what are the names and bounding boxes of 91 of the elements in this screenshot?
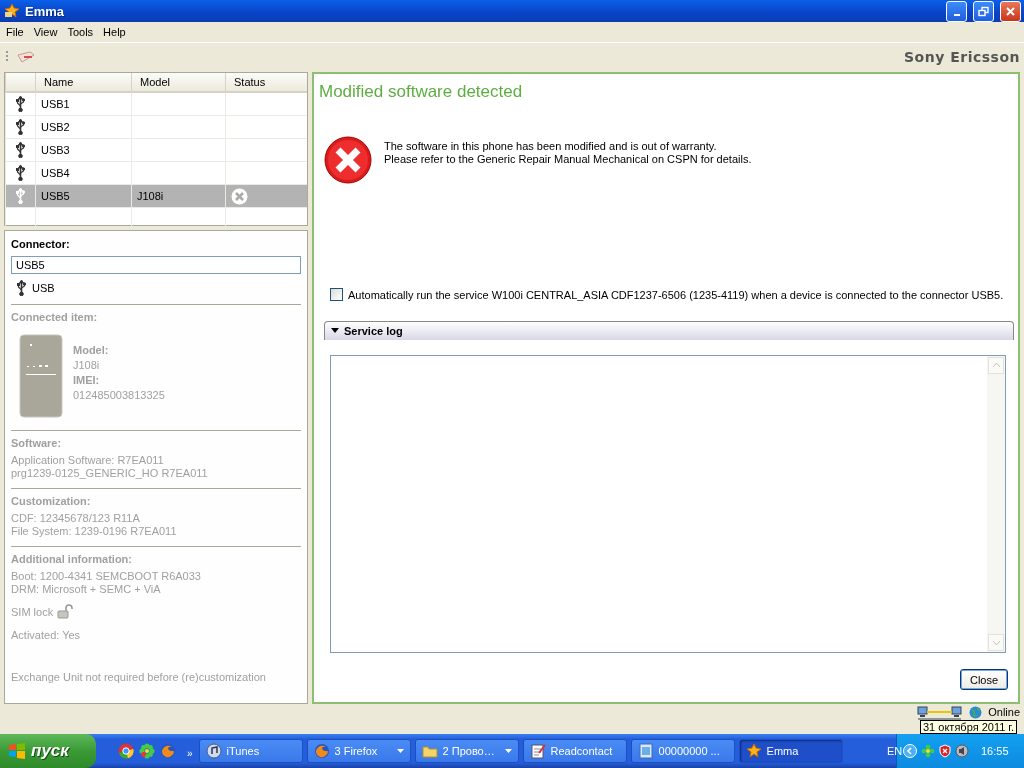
connector-row[interactable]: USB3 [5, 139, 307, 162]
message-title: Modified software detected [319, 82, 524, 102]
restore-button[interactable] [973, 0, 994, 22]
column-header[interactable]: Status [225, 73, 305, 91]
music-icon [205, 743, 222, 759]
message-text: Please refer to the Generic Repair Manual Mechanical on CSPN for details. [384, 153, 752, 166]
taskbar-button[interactable]: 2 Прово… [414, 739, 519, 763]
app-icon [4, 3, 20, 19]
connector-row[interactable]: USB5 J108i [5, 185, 307, 208]
checkbox-label: Automatically run the service W100i CENTRAL_ASIA CDF1237-6506 (1235-4119) when a device is connected to the connector USB5. [348, 288, 1004, 301]
usb-icon [16, 165, 25, 181]
model-value: J108i [73, 359, 101, 371]
close-button[interactable] [1000, 0, 1021, 22]
menu-item[interactable]: View [28, 24, 63, 40]
field-label: IMEI: [73, 374, 101, 386]
browser-icon[interactable] [160, 743, 176, 759]
toolbar-grip-icon [6, 49, 9, 64]
section-heading: Customization: [11, 495, 92, 507]
taskbar-button[interactable]: 00000000 ... [630, 739, 735, 763]
document-icon [637, 743, 654, 759]
brand-logo: Sony Ericsson [904, 48, 1020, 65]
section-heading: Software: [11, 437, 63, 449]
connector-field[interactable]: USB5 [11, 256, 301, 274]
imei-value: 012485003813325 [73, 389, 165, 401]
taskbar-button[interactable]: iTunes [198, 739, 303, 763]
info-text: prg1239-0125_GENERIC_HO R7EA011 [11, 467, 209, 480]
flower-icon[interactable] [139, 743, 155, 759]
service-log-header[interactable]: Service log [324, 321, 1014, 340]
network-icon [917, 706, 964, 720]
checkbox[interactable] [330, 288, 343, 301]
usb-icon [16, 188, 25, 204]
section-heading: Connected item: [11, 311, 99, 323]
minimize-icon [953, 13, 960, 16]
table-cell: USB4 [41, 167, 70, 179]
taskbar-button[interactable]: 3 Firefox [306, 739, 411, 763]
connector-row[interactable]: USB2 [5, 116, 307, 139]
section-heading: Additional information: [11, 553, 133, 565]
chevron-left-icon[interactable] [903, 744, 917, 758]
notepad-icon [529, 743, 546, 759]
taskbar-button[interactable]: Emma [738, 739, 843, 763]
scroll-up-icon [992, 363, 1000, 368]
connection-status: Online [988, 706, 1020, 718]
close-icon [1005, 5, 1016, 17]
column-header[interactable]: Model [131, 73, 225, 91]
start-button[interactable]: пуск [0, 734, 96, 768]
window-title: Emma [25, 3, 66, 19]
restore-icon [978, 5, 989, 17]
card-icon [17, 50, 35, 63]
globe-icon [969, 706, 983, 719]
language-indicator[interactable]: EN [887, 745, 903, 757]
table-cell: USB3 [41, 144, 70, 156]
windows-logo [8, 742, 26, 760]
table-cell: USB2 [41, 121, 70, 133]
connector-row[interactable]: USB1 [5, 93, 307, 116]
folder-icon [421, 743, 438, 759]
usb-icon [16, 96, 25, 112]
table-cell: USB1 [41, 98, 70, 110]
info-text: Boot: 1200-4341 SEMCBOOT R6A033 [11, 570, 202, 583]
info-text: CDF: 12345678/123 R11A [11, 512, 141, 525]
more-icon[interactable]: » [187, 743, 193, 759]
info-text: Application Software: R7EA011 [11, 454, 165, 467]
scrollbar[interactable] [987, 355, 1005, 652]
error-icon [324, 136, 372, 184]
sim-lock-label: SIM lock [11, 605, 54, 618]
table-cell: USB5 [41, 190, 70, 202]
info-text: DRM: Microsoft + SEMC + ViA [11, 583, 162, 596]
taskbar-button[interactable]: Readcontact [522, 739, 627, 763]
message-text: The software in this phone has been modified and is out of warranty. [384, 140, 718, 153]
info-text: File System: 1239-0196 R7EA011 [11, 525, 178, 538]
table-cell: J108i [137, 190, 164, 202]
usb-icon [17, 280, 26, 296]
scroll-down-icon [992, 640, 1000, 645]
menu-item[interactable]: Help [98, 24, 131, 40]
connector-label: Connector: [11, 238, 71, 250]
exchange-note: Exchange Unit not required before (re)customization [11, 671, 267, 683]
speaker-icon[interactable] [955, 744, 969, 758]
close-dialog-button[interactable]: Close [960, 669, 1008, 690]
menu-item[interactable]: File [1, 24, 29, 40]
menu-item[interactable]: Tools [62, 24, 99, 40]
usb-icon [16, 119, 25, 135]
minimize-button[interactable] [946, 0, 967, 22]
browser-icon [313, 743, 330, 759]
shield-icon[interactable] [939, 744, 951, 758]
connector-type: USB [32, 282, 55, 294]
usb-icon [16, 142, 25, 158]
activated-text: Activated: Yes [11, 629, 82, 641]
date-tooltip: 31 октября 2011 г. [920, 720, 1018, 734]
star-icon [745, 743, 762, 759]
chrome-icon[interactable] [118, 743, 134, 759]
field-label: Model: [73, 344, 110, 356]
column-header[interactable]: Name [35, 73, 131, 91]
